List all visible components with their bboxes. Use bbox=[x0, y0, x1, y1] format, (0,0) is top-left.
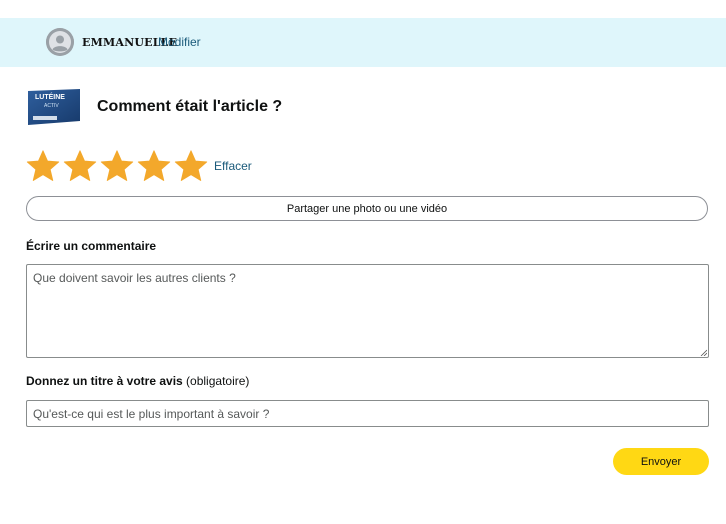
star-icon[interactable] bbox=[62, 149, 98, 184]
comment-label: Écrire un commentaire bbox=[26, 239, 157, 253]
thumb-text-bottom: ACTIV bbox=[44, 103, 59, 109]
share-photo-video-button[interactable]: Partager une photo ou une vidéo bbox=[26, 196, 708, 221]
star-icon[interactable] bbox=[136, 149, 172, 184]
review-question: Comment était l'article ? bbox=[97, 98, 283, 115]
resize-grip-icon[interactable] bbox=[700, 349, 707, 356]
modify-profile-link[interactable]: Modifier bbox=[158, 35, 201, 49]
star-rating[interactable] bbox=[25, 149, 210, 184]
user-bar: EMMANUELLE Modifier bbox=[0, 18, 726, 67]
comment-field[interactable] bbox=[26, 264, 709, 358]
clear-rating-link[interactable]: Effacer bbox=[214, 159, 252, 173]
star-icon[interactable] bbox=[173, 149, 209, 184]
title-label: Donnez un titre à votre avis (obligatoir… bbox=[26, 374, 249, 388]
thumb-text-top: LUTÉINE bbox=[35, 92, 65, 101]
avatar-icon bbox=[46, 28, 74, 56]
submit-button[interactable]: Envoyer bbox=[613, 448, 709, 475]
star-icon[interactable] bbox=[25, 149, 61, 184]
title-required-text: (obligatoire) bbox=[186, 374, 250, 388]
product-thumbnail: LUTÉINE ACTIV bbox=[26, 88, 82, 126]
review-title-field[interactable] bbox=[26, 400, 709, 427]
star-icon[interactable] bbox=[99, 149, 135, 184]
title-label-text: Donnez un titre à votre avis bbox=[26, 374, 183, 388]
